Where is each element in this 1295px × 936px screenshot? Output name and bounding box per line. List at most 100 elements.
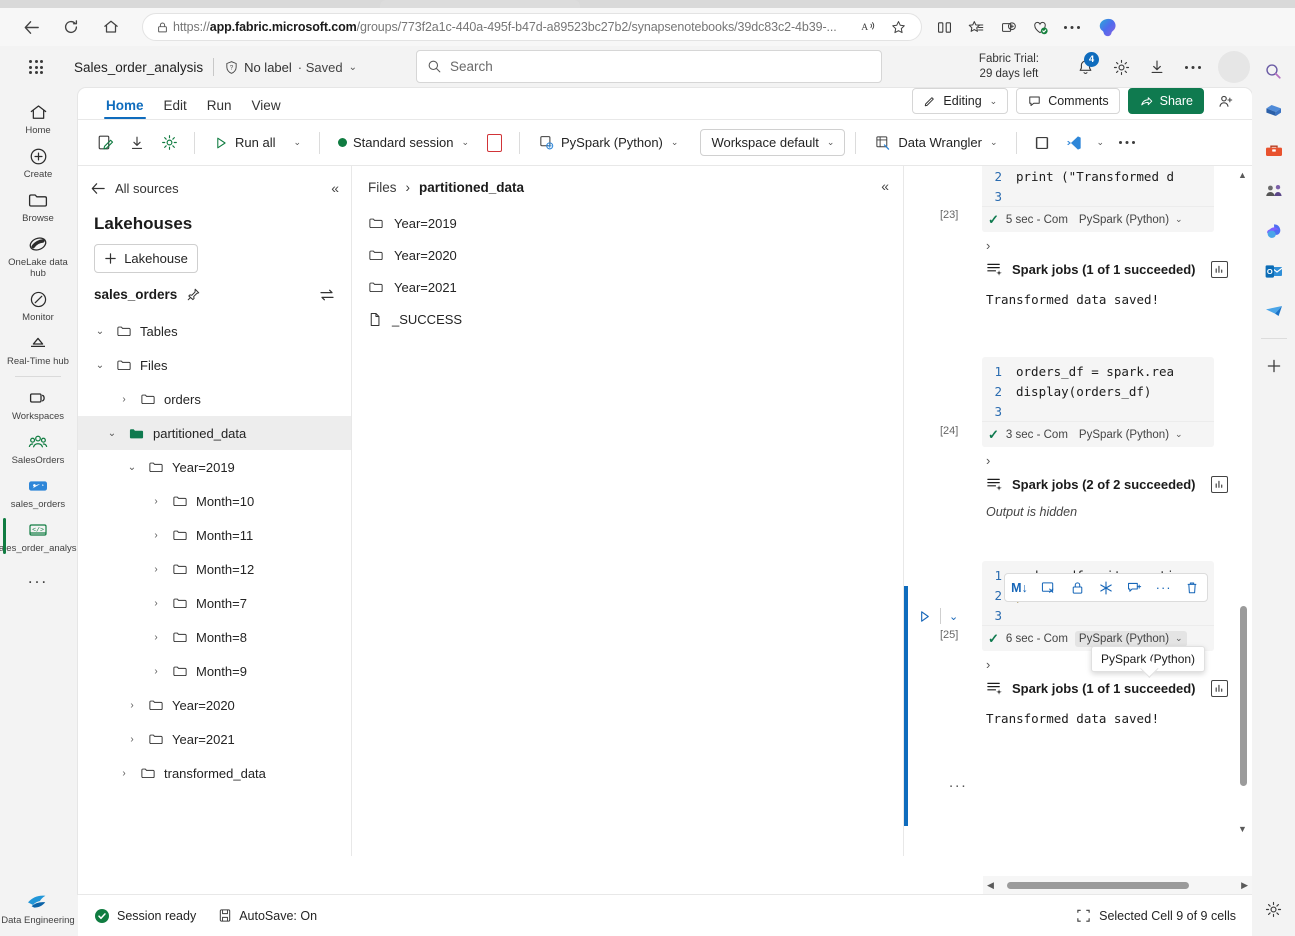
scroll-thumb[interactable] bbox=[1240, 606, 1247, 786]
collapse-left-icon[interactable]: « bbox=[331, 180, 339, 196]
cell-language-chip[interactable]: PySpark (Python) ⌄ bbox=[1075, 212, 1187, 228]
sidebar-item-sales-order-analysis[interactable]: </> Sales_order_analysis bbox=[0, 514, 83, 558]
run-all-button[interactable]: Run all bbox=[205, 131, 283, 155]
cell-selection-status[interactable]: Selected Cell 9 of 9 cells bbox=[1076, 908, 1236, 923]
editing-mode-button[interactable]: Editing ⌄ bbox=[912, 88, 1009, 114]
cell-language-chip[interactable]: PySpark (Python) ⌄ bbox=[1075, 427, 1187, 443]
add-comment-icon[interactable] bbox=[1123, 581, 1146, 595]
people-meeting-icon[interactable] bbox=[1257, 174, 1291, 208]
app-launcher-icon[interactable] bbox=[24, 60, 48, 74]
share-button[interactable]: Share bbox=[1127, 88, 1204, 114]
read-aloud-icon[interactable]: A bbox=[853, 19, 883, 35]
sidebar-item-salesorders[interactable]: SalesOrders bbox=[3, 426, 73, 470]
file-row[interactable]: Year=2021 bbox=[368, 271, 887, 303]
ellipsis-icon[interactable] bbox=[1056, 12, 1088, 42]
chevron-right-icon[interactable]: › bbox=[124, 700, 140, 711]
notebook-vertical-scrollbar[interactable]: ▲ ▼ bbox=[1236, 166, 1250, 838]
collections-icon[interactable] bbox=[960, 12, 992, 42]
notebook-cell[interactable]: [24] 1 orders_df = spark.rea 2 display(ord… bbox=[904, 357, 1252, 447]
file-row[interactable]: Year=2020 bbox=[368, 239, 887, 271]
chevron-down-icon[interactable]: ⌄ bbox=[124, 462, 140, 473]
language-selector[interactable]: PySpark (Python) ⌄ bbox=[530, 130, 686, 155]
scroll-up-icon[interactable]: ▲ bbox=[1238, 170, 1247, 180]
sidebar-item-home[interactable]: Home bbox=[3, 96, 73, 140]
output-expand-chevron-right-icon[interactable]: › bbox=[904, 232, 1252, 257]
spark-jobs-row[interactable]: Spark jobs (1 of 1 succeeded) bbox=[904, 676, 1252, 701]
chevron-down-icon[interactable]: ⌄ bbox=[1091, 137, 1111, 148]
run-all-chevron-down-icon[interactable]: ⌄ bbox=[285, 137, 309, 148]
bell-icon[interactable]: 4 bbox=[1068, 50, 1102, 84]
add-lakehouse-button[interactable]: Lakehouse bbox=[94, 244, 198, 273]
spark-jobs-row[interactable]: Spark jobs (2 of 2 succeeded) bbox=[904, 472, 1252, 497]
ellipsis-icon[interactable] bbox=[1176, 50, 1210, 84]
browser-tab-strip[interactable] bbox=[0, 0, 1295, 8]
spark-jobs-row[interactable]: Spark jobs (1 of 1 succeeded) bbox=[904, 257, 1252, 282]
tree-node-year-2019[interactable]: ⌄ Year=2019 bbox=[78, 450, 351, 484]
sidebar-item-browse[interactable]: Browse bbox=[3, 184, 73, 228]
home-icon[interactable] bbox=[94, 12, 128, 42]
tree-node-files[interactable]: ⌄ Files bbox=[78, 348, 351, 382]
sidebar-workload-switcher[interactable]: Data Engineering bbox=[0, 891, 76, 926]
data-wrangler-button[interactable]: Data Wrangler ⌄ bbox=[866, 130, 1005, 156]
chevron-down-icon[interactable]: ⌄ bbox=[92, 326, 108, 337]
tab-run[interactable]: Run bbox=[197, 94, 242, 119]
gear-icon[interactable] bbox=[1257, 892, 1291, 926]
avatar[interactable] bbox=[1218, 51, 1250, 83]
code-editor[interactable]: 2 print ("Transformed d 3 ✓ 5 sec - Com P… bbox=[982, 166, 1214, 232]
chevron-right-icon[interactable]: › bbox=[116, 394, 132, 405]
output-more-options-icon[interactable]: ... bbox=[949, 774, 968, 791]
session-selector[interactable]: Standard session ⌄ bbox=[330, 131, 477, 154]
collapse-left-icon[interactable]: « bbox=[881, 178, 889, 194]
back-arrow-icon[interactable] bbox=[14, 12, 48, 42]
scroll-left-icon[interactable]: ◀ bbox=[987, 880, 994, 891]
split-screen-icon[interactable] bbox=[928, 12, 960, 42]
outlook-icon[interactable]: O bbox=[1257, 254, 1291, 288]
tree-node-transformed-data[interactable]: › transformed_data bbox=[78, 756, 351, 790]
file-row[interactable]: Year=2019 bbox=[368, 207, 887, 239]
scroll-thumb[interactable] bbox=[1007, 881, 1189, 889]
onedrive-icon[interactable] bbox=[1257, 214, 1291, 248]
chevron-right-icon[interactable]: › bbox=[148, 632, 164, 643]
save-notebook-icon[interactable] bbox=[90, 128, 120, 158]
gear-icon[interactable] bbox=[1104, 50, 1138, 84]
paper-plane-icon[interactable] bbox=[1257, 294, 1291, 328]
toolbox-icon[interactable] bbox=[1257, 134, 1291, 168]
chevron-right-icon[interactable]: › bbox=[148, 530, 164, 541]
all-sources-button[interactable]: All sources bbox=[90, 181, 179, 196]
copilot-icon[interactable] bbox=[1092, 12, 1124, 42]
star-icon[interactable] bbox=[883, 19, 913, 36]
tab-home[interactable]: Home bbox=[96, 94, 154, 119]
stop-session-button[interactable] bbox=[479, 128, 509, 158]
output-expand-chevron-right-icon[interactable]: › bbox=[904, 447, 1252, 472]
sidebar-item-workspaces[interactable]: Workspaces bbox=[3, 382, 73, 426]
browser-essentials-icon[interactable] bbox=[992, 12, 1024, 42]
notebook-horizontal-scrollbar[interactable]: ◀ ▶ bbox=[983, 876, 1252, 894]
bar-chart-icon[interactable] bbox=[1210, 261, 1228, 278]
sidebar-item-onelake-data-hub[interactable]: OneLake data hub bbox=[3, 228, 73, 283]
ribbon-more-icon[interactable] bbox=[1112, 128, 1142, 158]
delete-icon[interactable] bbox=[1181, 581, 1204, 595]
code-editor[interactable]: 1 orders_df = spark.rea 2 display(orders_d… bbox=[982, 357, 1214, 447]
chevron-right-icon[interactable]: › bbox=[148, 564, 164, 575]
vscode-icon[interactable] bbox=[1059, 128, 1089, 158]
tree-node-month-8[interactable]: › Month=8 bbox=[78, 620, 351, 654]
chevron-right-icon[interactable]: › bbox=[148, 666, 164, 677]
tree-node-month-12[interactable]: › Month=12 bbox=[78, 552, 351, 586]
chevron-right-icon[interactable]: › bbox=[124, 734, 140, 745]
bar-chart-icon[interactable] bbox=[1210, 476, 1228, 493]
chevron-right-icon[interactable]: › bbox=[116, 768, 132, 779]
browser-health-icon[interactable] bbox=[1024, 12, 1056, 42]
tab-view[interactable]: View bbox=[242, 94, 291, 119]
markdown-icon[interactable]: M↓ bbox=[1008, 581, 1031, 595]
refresh-icon[interactable] bbox=[54, 12, 88, 42]
chevron-down-icon[interactable]: ⌄ bbox=[349, 62, 357, 73]
import-notebook-icon[interactable] bbox=[122, 128, 152, 158]
autosave-status[interactable]: AutoSave: On bbox=[218, 908, 317, 923]
tag-icon[interactable] bbox=[1257, 94, 1291, 128]
scroll-right-icon[interactable]: ▶ bbox=[1241, 880, 1248, 891]
sidebar-more-button[interactable]: ... bbox=[28, 558, 48, 598]
clear-output-icon[interactable] bbox=[1037, 581, 1060, 595]
sensitivity-label[interactable]: ? No label bbox=[224, 60, 292, 75]
file-row[interactable]: _SUCCESS bbox=[368, 303, 887, 335]
add-app-button[interactable] bbox=[1257, 349, 1291, 383]
